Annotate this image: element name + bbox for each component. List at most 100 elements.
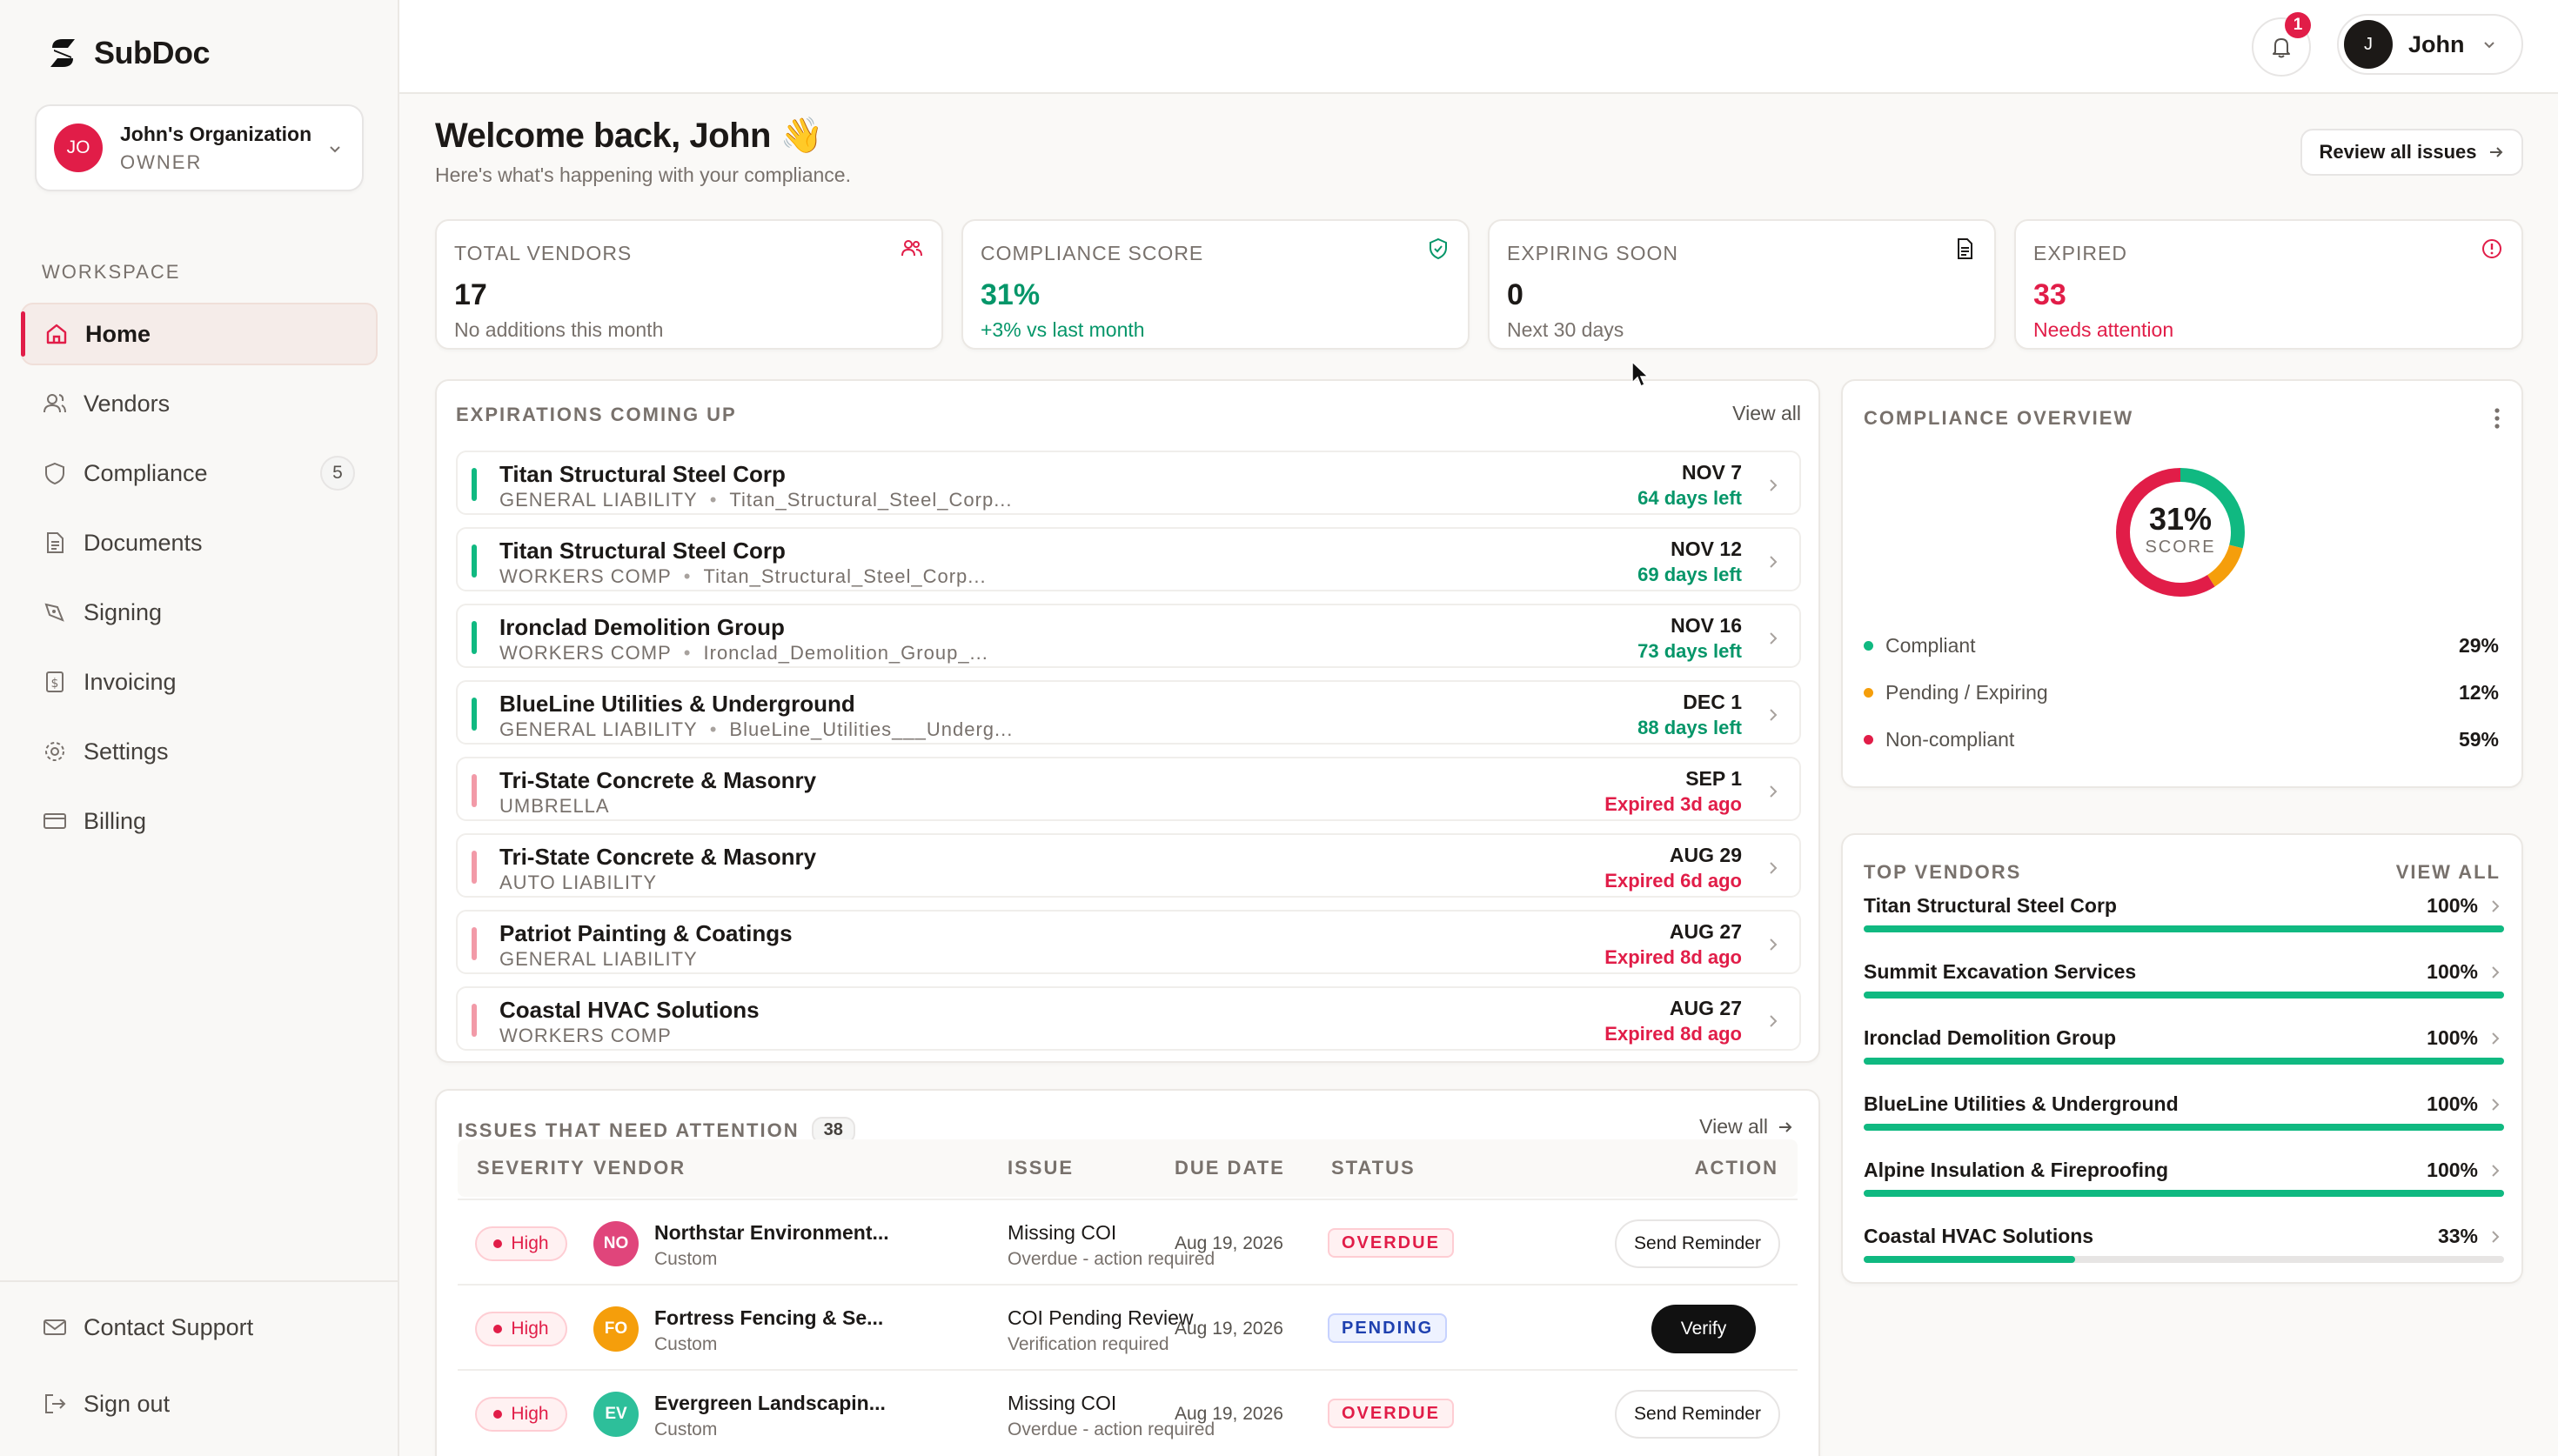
legend-dot <box>1864 687 1873 698</box>
expiration-row[interactable]: Coastal HVAC Solutions WORKERS COMP AUG 27… <box>456 986 1801 1051</box>
stat-value: 0 <box>1507 278 1523 311</box>
expiration-type: WORKERS COMP <box>499 1025 672 1046</box>
top-vendor-row[interactable]: Coastal HVAC Solutions 33% <box>1864 1218 2504 1284</box>
stat-card-expiring-soon[interactable]: EXPIRING SOON 0 Next 30 days <box>1488 219 1996 350</box>
send-reminder-button[interactable]: Send Reminder <box>1615 1219 1780 1268</box>
sidebar-item-billing[interactable]: Billing <box>21 790 378 852</box>
receipt-icon: $ <box>42 669 68 695</box>
sidebar-item-compliance[interactable]: Compliance 5 <box>21 442 378 504</box>
contact-support-link[interactable]: Contact Support <box>21 1296 377 1359</box>
column-header-due-date: DUE DATE <box>1175 1157 1285 1179</box>
mouse-cursor-icon <box>1631 360 1650 390</box>
top-vendor-row[interactable]: Titan Structural Steel Corp 100% <box>1864 887 2504 953</box>
vendor-name[interactable]: Fortress Fencing & Se... <box>654 1306 883 1330</box>
expiration-row[interactable]: Tri-State Concrete & Masonry UMBRELLA SEP … <box>456 757 1801 821</box>
issue-due-date: Aug 19, 2026 <box>1175 1319 1283 1339</box>
chevron-right-icon <box>2488 898 2502 915</box>
top-vendor-name: BlueLine Utilities & Underground <box>1864 1092 2179 1115</box>
issue-row[interactable]: High EV Evergreen Landscapin... Custom Missi… <box>458 1369 1798 1454</box>
sidebar-item-home[interactable]: Home <box>21 303 378 365</box>
chevron-right-icon <box>2488 964 2502 981</box>
status-indicator-bar <box>472 698 477 731</box>
document-icon <box>42 530 68 556</box>
expiration-remaining: 73 days left <box>1637 640 1742 662</box>
top-vendors-view-all-link[interactable]: VIEW ALL <box>2396 861 2501 884</box>
expiration-date: NOV 7 <box>1681 461 1742 484</box>
expiration-remaining: Expired 3d ago <box>1604 793 1742 815</box>
brand[interactable]: SubDoc <box>45 35 211 71</box>
chevron-right-icon <box>1766 477 1780 494</box>
expiration-date: NOV 16 <box>1671 614 1742 637</box>
expiration-remaining: Expired 8d ago <box>1604 1023 1742 1045</box>
chevron-right-icon <box>1766 783 1780 800</box>
column-header-severity: SEVERITY <box>477 1157 586 1179</box>
top-vendor-name: Titan Structural Steel Corp <box>1864 894 2117 917</box>
top-vendor-name: Alpine Insulation & Fireproofing <box>1864 1159 2169 1181</box>
legend-item: Pending / Expiring 12% <box>1864 675 2499 710</box>
review-all-issues-button[interactable]: Review all issues <box>2300 129 2523 176</box>
sidebar-item-vendors[interactable]: Vendors <box>21 372 378 435</box>
top-vendor-row[interactable]: Summit Excavation Services 100% <box>1864 953 2504 1019</box>
chevron-right-icon <box>1766 859 1780 877</box>
sign-out-link[interactable]: Sign out <box>21 1373 377 1435</box>
status-indicator-bar <box>472 621 477 654</box>
expiration-row[interactable]: Titan Structural Steel Corp GENERAL LIABI… <box>456 451 1801 515</box>
issues-view-all-link[interactable]: View all <box>1699 1115 1794 1139</box>
expiration-remaining: 69 days left <box>1637 564 1742 585</box>
expiration-vendor: Ironclad Demolition Group <box>499 614 785 640</box>
legend-item: Compliant 29% <box>1864 628 2499 663</box>
expiration-remaining: Expired 6d ago <box>1604 870 1742 892</box>
stat-label: COMPLIANCE SCORE <box>981 242 1204 264</box>
separator-dot: • <box>683 642 692 664</box>
severity-label: High <box>511 1404 549 1424</box>
sidebar-item-documents[interactable]: Documents <box>21 511 378 574</box>
user-menu-button[interactable]: J John <box>2337 14 2523 75</box>
top-vendor-row[interactable]: BlueLine Utilities & Underground 100% <box>1864 1085 2504 1152</box>
issue-row[interactable]: High FO Fortress Fencing & Se... Custom COI … <box>458 1284 1798 1369</box>
user-name: John <box>2408 30 2465 57</box>
sidebar-item-invoicing[interactable]: $ Invoicing <box>21 651 378 713</box>
more-vertical-icon[interactable] <box>2492 405 2502 431</box>
expiration-file: Titan_Structural_Steel_Corp... <box>729 489 1013 511</box>
expiration-row[interactable]: Tri-State Concrete & Masonry AUTO LIABILI… <box>456 833 1801 898</box>
top-vendor-row[interactable]: Alpine Insulation & Fireproofing 100% <box>1864 1152 2504 1218</box>
review-button-label: Review all issues <box>2319 141 2477 163</box>
stat-sub: No additions this month <box>454 318 664 341</box>
org-name: John's Organization <box>120 122 312 145</box>
verify-button[interactable]: Verify <box>1651 1305 1756 1353</box>
org-switcher[interactable]: JO John's Organization OWNER <box>35 104 364 191</box>
stat-card-expired[interactable]: EXPIRED 33 Needs attention <box>2014 219 2523 350</box>
brand-name: SubDoc <box>94 35 211 70</box>
send-reminder-button[interactable]: Send Reminder <box>1615 1390 1780 1439</box>
expiration-date: AUG 27 <box>1669 997 1742 1019</box>
expiration-row[interactable]: Titan Structural Steel Corp WORKERS COMP •… <box>456 527 1801 591</box>
sidebar-item-label: Home <box>85 320 151 347</box>
severity-dot <box>493 1239 503 1248</box>
progress-track <box>1864 1124 2504 1131</box>
top-vendor-name: Coastal HVAC Solutions <box>1864 1225 2094 1247</box>
legend-label: Pending / Expiring <box>1885 680 2048 704</box>
expiration-row[interactable]: Patriot Painting & Coatings GENERAL LIABI… <box>456 910 1801 974</box>
home-icon <box>44 321 70 347</box>
stat-label: EXPIRED <box>2033 242 2127 264</box>
chevron-right-icon <box>2488 1096 2502 1113</box>
progress-track <box>1864 1190 2504 1197</box>
stat-card-total-vendors[interactable]: TOTAL VENDORS 17 No additions this month <box>435 219 943 350</box>
vendor-name[interactable]: Evergreen Landscapin... <box>654 1392 886 1415</box>
sidebar-item-signing[interactable]: Signing <box>21 581 378 644</box>
issue-row[interactable]: High NO Northstar Environment... Custom Miss… <box>458 1199 1798 1284</box>
legend-dot <box>1864 640 1873 651</box>
expiration-remaining: Expired 8d ago <box>1604 946 1742 968</box>
expiration-meta: WORKERS COMP • Titan_Structural_Steel_Corp… <box>499 565 987 588</box>
chevron-down-icon <box>2481 36 2498 53</box>
vendor-name[interactable]: Northstar Environment... <box>654 1221 889 1245</box>
expirations-view-all-link[interactable]: View all <box>1732 402 1801 425</box>
expiration-row[interactable]: BlueLine Utilities & Underground GENERAL … <box>456 680 1801 745</box>
sidebar-item-settings[interactable]: Settings <box>21 720 378 783</box>
top-vendor-row[interactable]: Ironclad Demolition Group 100% <box>1864 1019 2504 1085</box>
expiration-type: UMBRELLA <box>499 795 610 817</box>
alert-circle-icon <box>2480 237 2504 261</box>
stat-card-compliance-score[interactable]: COMPLIANCE SCORE 31% +3% vs last month <box>961 219 1470 350</box>
issue-title: COI Pending Review <box>1008 1306 1194 1329</box>
expiration-row[interactable]: Ironclad Demolition Group WORKERS COMP • Ir… <box>456 604 1801 668</box>
